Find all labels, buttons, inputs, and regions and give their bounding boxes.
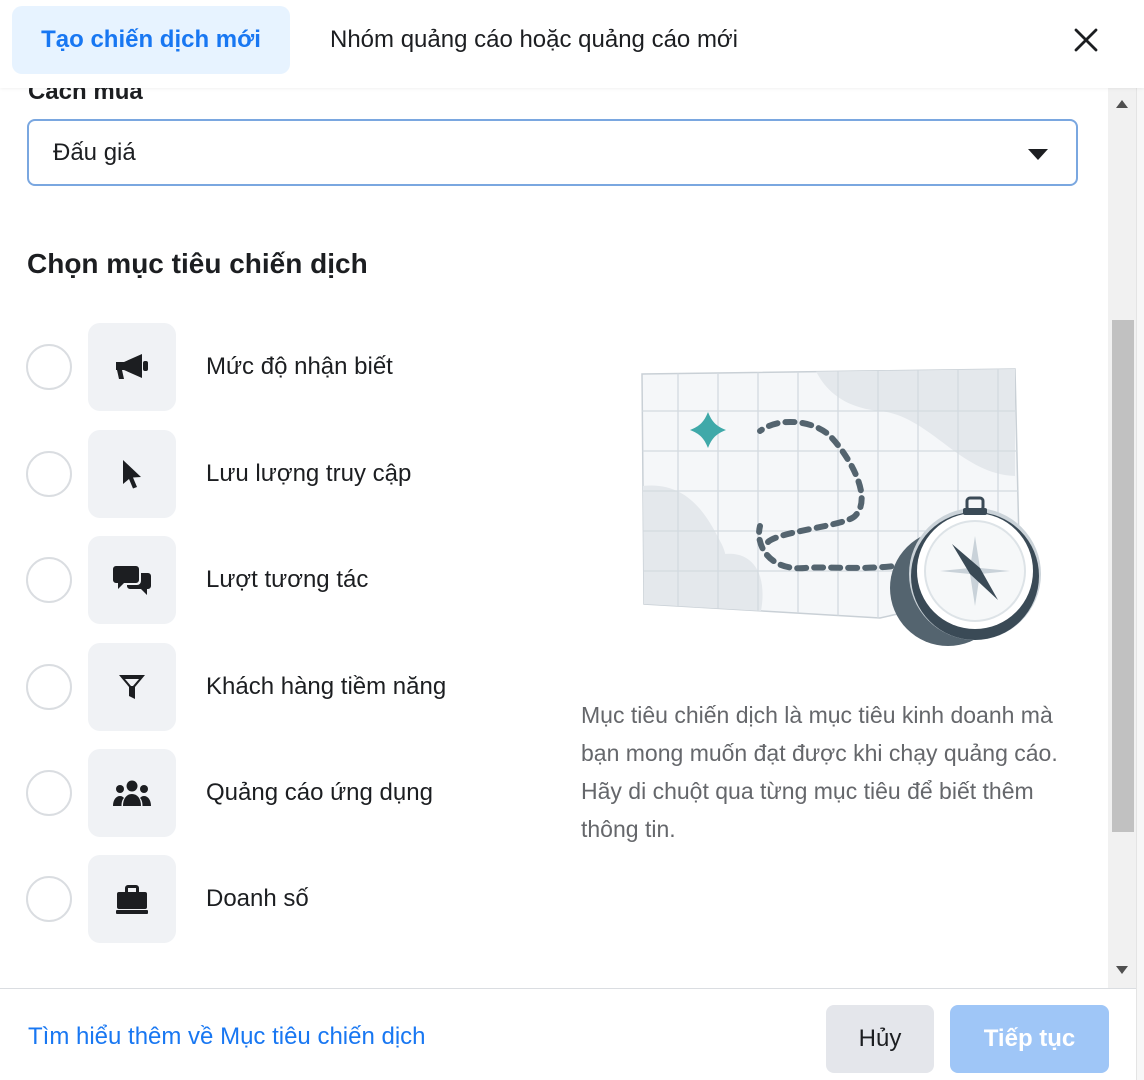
cursor-icon xyxy=(123,460,141,489)
buying-type-label: Cách mua xyxy=(28,88,143,105)
objective-label: Lượt tương tác xyxy=(206,566,369,593)
radio-button[interactable] xyxy=(26,770,72,816)
objective-label: Doanh số xyxy=(206,885,309,912)
objective-label: Khách hàng tiềm năng xyxy=(206,673,447,700)
tab-label: Tạo chiến dịch mới xyxy=(41,26,261,53)
radio-button[interactable] xyxy=(26,344,72,390)
objective-description: Mục tiêu chiến dịch là mục tiêu kinh doa… xyxy=(581,702,1058,842)
objective-icon-box xyxy=(88,323,176,411)
objective-icon-box xyxy=(88,430,176,518)
scrollbar-thumb[interactable] xyxy=(1112,320,1134,832)
tab-new-ad-set-or-ad[interactable]: Nhóm quảng cáo hoặc quảng cáo mới xyxy=(330,6,738,74)
briefcase-icon xyxy=(116,885,148,914)
caret-down-icon xyxy=(1028,149,1048,160)
funnel-icon xyxy=(119,675,145,699)
objective-section-title: Chọn mục tiêu chiến dịch xyxy=(27,248,368,279)
close-button[interactable] xyxy=(1060,14,1112,66)
vertical-scrollbar[interactable] xyxy=(1108,88,1136,988)
radio-button[interactable] xyxy=(26,664,72,710)
objective-awareness[interactable]: Mức độ nhận biết xyxy=(0,323,560,411)
objective-icon-box xyxy=(88,643,176,731)
objective-traffic[interactable]: Lưu lượng truy cập xyxy=(0,430,560,518)
megaphone-icon xyxy=(116,354,148,379)
objective-icon-box xyxy=(88,536,176,624)
radio-button[interactable] xyxy=(26,876,72,922)
dialog-body: Cách mua Đấu giá Chọn mục tiêu chiến dịc… xyxy=(0,88,1108,988)
map-compass-illustration xyxy=(630,356,1050,676)
cancel-button[interactable]: Hủy xyxy=(826,1005,934,1073)
dialog-header: Tạo chiến dịch mới Nhóm quảng cáo hoặc q… xyxy=(0,0,1144,88)
tab-label: Nhóm quảng cáo hoặc quảng cáo mới xyxy=(330,26,738,53)
continue-button[interactable]: Tiếp tục xyxy=(950,1005,1109,1073)
objective-leads[interactable]: Khách hàng tiềm năng xyxy=(0,643,560,731)
people-icon xyxy=(113,780,151,806)
objective-label: Mức độ nhận biết xyxy=(206,353,393,380)
buying-type-value: Đấu giá xyxy=(53,138,136,166)
radio-button[interactable] xyxy=(26,557,72,603)
tab-new-campaign[interactable]: Tạo chiến dịch mới xyxy=(12,6,290,74)
scroll-down-arrow-icon[interactable] xyxy=(1116,966,1128,974)
objective-app-promotion[interactable]: Quảng cáo ứng dụng xyxy=(0,749,560,837)
objective-icon-box xyxy=(88,749,176,837)
objective-label: Lưu lượng truy cập xyxy=(206,460,412,487)
objective-icon-box xyxy=(88,855,176,943)
chat-bubbles-icon xyxy=(113,566,151,595)
learn-more-link[interactable]: Tìm hiểu thêm về Mục tiêu chiến dịch xyxy=(28,1023,426,1051)
objective-sales[interactable]: Doanh số xyxy=(0,855,560,943)
window-edge xyxy=(1136,0,1144,1080)
radio-button[interactable] xyxy=(26,451,72,497)
buying-type-select[interactable]: Đấu giá xyxy=(27,119,1078,186)
close-icon xyxy=(1074,28,1098,52)
dialog-footer: Tìm hiểu thêm về Mục tiêu chiến dịch Hủy… xyxy=(0,988,1136,1080)
objective-label: Quảng cáo ứng dụng xyxy=(206,779,433,806)
objective-engagement[interactable]: Lượt tương tác xyxy=(0,536,560,624)
scroll-up-arrow-icon[interactable] xyxy=(1116,100,1128,108)
